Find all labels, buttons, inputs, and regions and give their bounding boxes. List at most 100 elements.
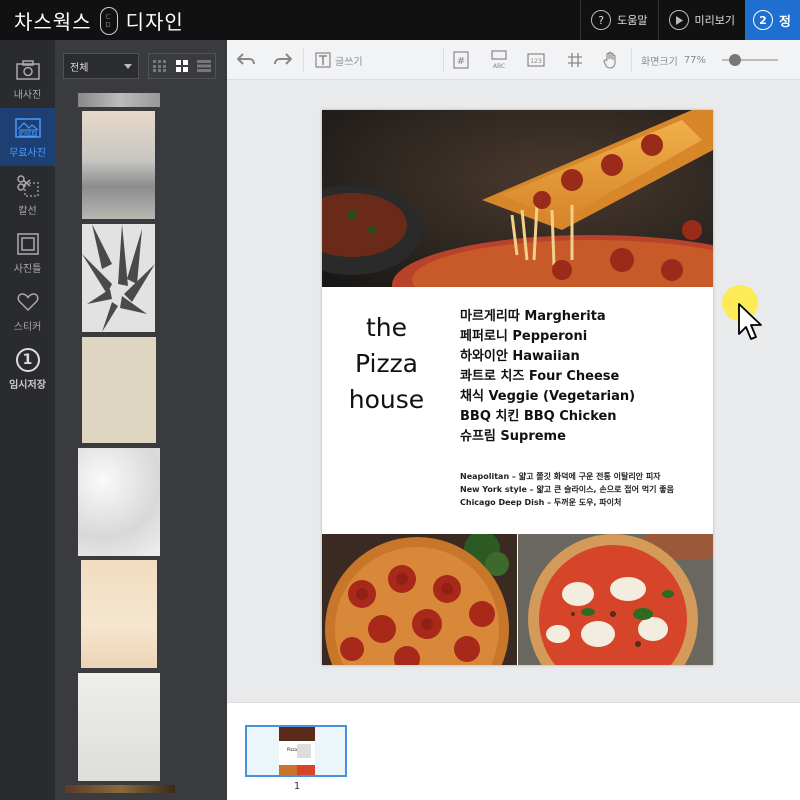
brand-right-text: 디자인 <box>125 10 184 34</box>
step-2-button[interactable]: 2 정 <box>745 0 800 40</box>
abc-icon: ABC <box>491 50 507 70</box>
free-photo-icon: FREE <box>14 115 41 141</box>
sidebar-item-cutline[interactable]: 칼선 <box>0 166 55 224</box>
hand-tool-button[interactable] <box>603 49 619 71</box>
page-thumbnail[interactable]: Pizza <box>245 725 347 777</box>
frame-icon <box>15 231 41 257</box>
menu-list[interactable]: 마르게리따 Margherita 페퍼로니 Pepperoni 하와이안 Haw… <box>460 307 635 447</box>
write-text-label: 글쓰기 <box>335 56 363 68</box>
undo-icon <box>237 53 255 65</box>
redo-icon <box>274 53 292 65</box>
step-label: 정 <box>779 14 791 30</box>
number-button[interactable]: 123 <box>527 49 545 71</box>
view-list-button[interactable] <box>193 54 215 78</box>
number-icon: 123 <box>527 53 545 67</box>
pizza-photo-top[interactable] <box>322 110 713 335</box>
title-line: house <box>348 385 425 414</box>
photo-thumbnail[interactable] <box>81 560 157 668</box>
sidebar-item-sticker[interactable]: 스티커 <box>0 282 55 340</box>
undo-button[interactable] <box>237 49 255 71</box>
brand-left-text: 차스웍스 <box>14 10 92 34</box>
menu-item: 채식 Veggie (Vegetarian) <box>460 389 636 404</box>
category-select[interactable]: 전체 <box>63 53 139 79</box>
sidebar-item-temp-save[interactable]: 1 임시저장 <box>0 340 55 398</box>
preview-button[interactable]: 미리보기 <box>657 0 745 40</box>
view-large-grid-button[interactable] <box>171 54 193 78</box>
title-line: Pizza <box>354 349 419 378</box>
chevron-down-icon <box>124 64 132 69</box>
text-box-icon <box>315 52 331 68</box>
grid-button[interactable] <box>567 49 583 71</box>
left-sidebar: 내사진 FREE 무료사진 칼선 사진틀 스티커 1 임시저장 <box>0 40 55 800</box>
sidebar-item-label: 스티커 <box>13 322 42 333</box>
mouse-pointer-icon <box>738 303 762 340</box>
brand-mark-bottom: D <box>105 20 112 29</box>
grid-small-icon <box>153 60 166 72</box>
photo-thumbnail[interactable] <box>82 224 155 332</box>
redo-button[interactable] <box>274 49 292 71</box>
pepperoni-pizza-photo[interactable] <box>322 531 517 665</box>
brand-mark-top: C <box>105 12 112 21</box>
hashtag-button[interactable]: # <box>453 49 469 71</box>
grid-icon <box>568 53 582 67</box>
toolbar-divider <box>443 48 444 72</box>
zoom-label-text: 화면크기 <box>641 56 678 68</box>
write-text-button[interactable]: 글쓰기 <box>315 49 363 71</box>
grid-large-icon <box>176 60 188 72</box>
photo-panel: 전체 <box>55 40 227 800</box>
photo-thumbnail[interactable] <box>78 673 160 781</box>
zoom-slider-handle[interactable] <box>729 54 741 66</box>
scissors-icon <box>15 173 41 199</box>
menu-item: 콰트로 치즈 Four Cheese <box>460 369 620 384</box>
view-small-grid-button[interactable] <box>149 54 171 78</box>
text-style-button[interactable]: ABC <box>490 49 508 71</box>
zoom-label: 화면크기 77% <box>641 49 706 71</box>
sidebar-item-label: 사진틀 <box>13 264 42 275</box>
margherita-pizza-photo[interactable] <box>518 528 713 665</box>
svg-text:Pizza: Pizza <box>287 747 298 752</box>
play-icon <box>668 10 689 30</box>
photo-thumbnail[interactable] <box>65 785 175 793</box>
svg-text:123: 123 <box>530 58 542 65</box>
photo-thumbnail[interactable] <box>78 448 160 556</box>
menu-item: 마르게리따 Margherita <box>460 309 606 324</box>
menu-item: BBQ 치킨 BBQ Chicken <box>460 409 617 424</box>
pizza-house-title[interactable]: the Pizza house <box>344 310 429 418</box>
page-number: 1 <box>293 781 301 792</box>
sidebar-item-my-photos[interactable]: 내사진 <box>0 50 55 108</box>
sidebar-item-label: 칼선 <box>18 206 37 217</box>
canvas-area: the Pizza house 마르게리따 Margherita 페퍼로니 Pe… <box>227 80 800 700</box>
title-line: the <box>365 313 408 342</box>
menu-item: 하와이안 Hawaiian <box>460 349 580 364</box>
question-icon: ? <box>591 10 612 30</box>
help-button[interactable]: ? 도움말 <box>580 0 657 40</box>
sidebar-item-free-photos[interactable]: FREE 무료사진 <box>0 108 55 166</box>
design-page[interactable]: the Pizza house 마르게리따 Margherita 페퍼로니 Pe… <box>322 110 713 665</box>
style-note: Chicago Deep Dish – 두꺼운 도우, 파이처 <box>460 498 622 507</box>
hand-icon <box>603 51 616 69</box>
category-select-value: 전체 <box>70 63 89 74</box>
style-note: Neapolitan – 얇고 쫄깃 화덕에 구운 전통 이탈리안 피자 <box>460 472 661 481</box>
sidebar-item-frame[interactable]: 사진틀 <box>0 224 55 282</box>
svg-text:#: # <box>457 56 465 67</box>
editor-toolbar: 글쓰기 # ABC 123 화면크기 77% <box>227 40 800 80</box>
photo-thumbnail[interactable] <box>82 337 156 443</box>
sidebar-item-label: 내사진 <box>13 90 42 101</box>
view-mode-toggle <box>148 53 216 79</box>
step-number-icon: 2 <box>753 10 773 30</box>
sidebar-item-label: 임시저장 <box>9 380 46 391</box>
toolbar-divider <box>303 48 304 72</box>
top-bar: 차스웍스 C D 디자인 ? 도움말 미리보기 2 정 <box>0 0 800 40</box>
list-icon <box>197 60 211 72</box>
temp-save-badge: 1 <box>15 348 40 372</box>
help-label: 도움말 <box>617 14 648 27</box>
zoom-value: 77% <box>683 54 707 66</box>
save-temp-icon: 1 <box>15 347 41 373</box>
pizza-style-notes[interactable]: Neapolitan – 얇고 쫄깃 화덕에 구운 전통 이탈리안 피자 New… <box>460 470 674 509</box>
svg-text:FREE: FREE <box>21 131 35 137</box>
sidebar-item-label: 무료사진 <box>9 148 46 159</box>
page-navigator: Pizza 1 <box>227 702 800 800</box>
photo-thumbnail[interactable] <box>78 93 160 107</box>
camera-icon <box>15 57 41 83</box>
photo-thumbnail[interactable] <box>82 111 155 219</box>
